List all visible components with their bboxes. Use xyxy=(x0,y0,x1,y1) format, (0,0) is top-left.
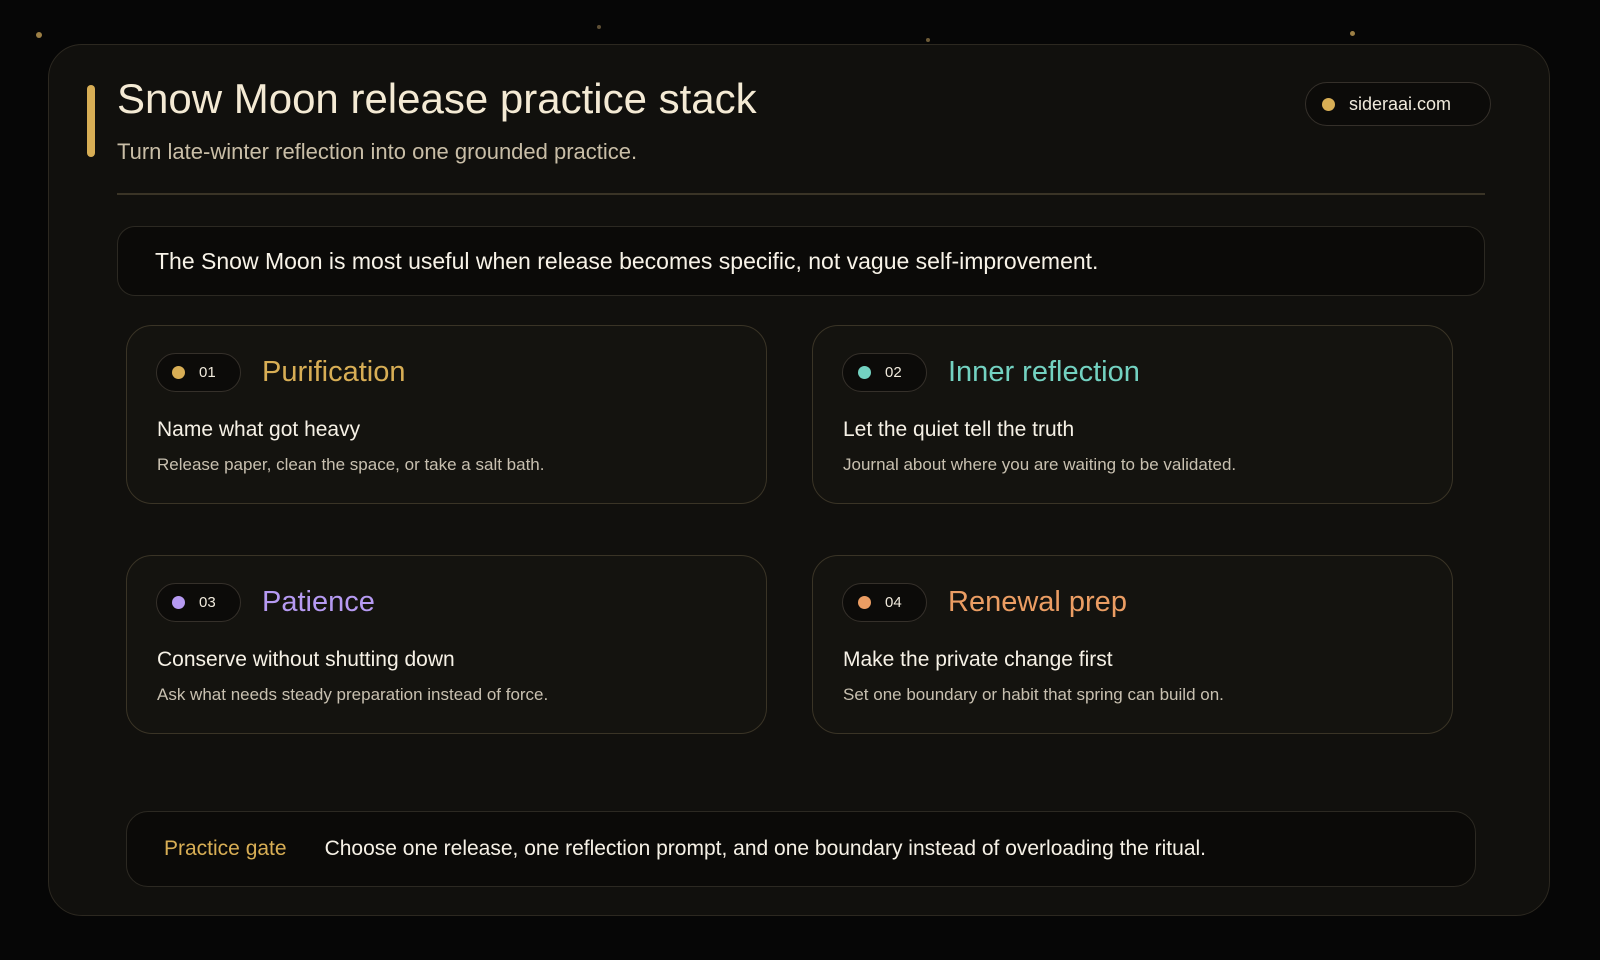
card-body: Ask what needs steady preparation instea… xyxy=(157,685,549,704)
title-accent-bar xyxy=(87,85,95,157)
site-link[interactable]: sideraai.com xyxy=(1305,82,1491,126)
card-heading: Make the private change first xyxy=(843,648,1113,671)
practice-card-inner-reflection: 02 Inner reflection Let the quiet tell t… xyxy=(812,325,1453,504)
card-title: Purification xyxy=(262,356,406,388)
card-number-badge: 04 xyxy=(842,583,927,622)
practice-gate-text: Choose one release, one reflection promp… xyxy=(324,837,1206,860)
practice-gate-label: Practice gate xyxy=(164,837,287,860)
card-body: Journal about where you are waiting to b… xyxy=(843,455,1237,474)
star-decoration xyxy=(1350,31,1355,36)
practice-card-renewal-prep: 04 Renewal prep Make the private change … xyxy=(812,555,1453,734)
card-heading: Let the quiet tell the truth xyxy=(843,418,1075,441)
card-heading: Name what got heavy xyxy=(157,418,361,441)
page-title: Snow Moon release practice stack xyxy=(117,75,757,122)
card-number: 03 xyxy=(199,594,216,611)
card-number-badge: 03 xyxy=(156,583,241,622)
card-number: 04 xyxy=(885,594,902,611)
star-decoration xyxy=(926,38,930,42)
card-body: Set one boundary or habit that spring ca… xyxy=(843,685,1224,704)
insight-banner: The Snow Moon is most useful when releas… xyxy=(117,226,1485,296)
card-heading: Conserve without shutting down xyxy=(157,648,455,671)
site-dot-icon xyxy=(1322,97,1335,111)
card-number: 02 xyxy=(885,364,902,381)
card-dot-icon xyxy=(172,596,185,609)
main-panel: Snow Moon release practice stack Turn la… xyxy=(48,44,1550,916)
page-subtitle: Turn late-winter reflection into one gro… xyxy=(117,139,638,164)
star-decoration xyxy=(36,32,42,38)
practice-card-patience: 03 Patience Conserve without shutting do… xyxy=(126,555,767,734)
star-decoration xyxy=(597,25,601,29)
insight-text: The Snow Moon is most useful when releas… xyxy=(155,247,1099,274)
practice-card-purification: 01 Purification Name what got heavy Rele… xyxy=(126,325,767,504)
card-number-badge: 01 xyxy=(156,353,241,392)
card-dot-icon xyxy=(172,366,185,379)
card-dot-icon xyxy=(858,366,871,379)
stage: Snow Moon release practice stack Turn la… xyxy=(0,0,1600,960)
site-label: sideraai.com xyxy=(1349,93,1452,114)
practice-gate-banner: Practice gate Choose one release, one re… xyxy=(126,811,1476,887)
card-number: 01 xyxy=(199,364,216,381)
card-body: Release paper, clean the space, or take … xyxy=(157,455,545,474)
card-dot-icon xyxy=(858,596,871,609)
card-number-badge: 02 xyxy=(842,353,927,392)
card-title: Renewal prep xyxy=(948,586,1127,618)
card-title: Inner reflection xyxy=(948,356,1140,388)
header-divider xyxy=(117,193,1485,195)
card-title: Patience xyxy=(262,586,375,618)
